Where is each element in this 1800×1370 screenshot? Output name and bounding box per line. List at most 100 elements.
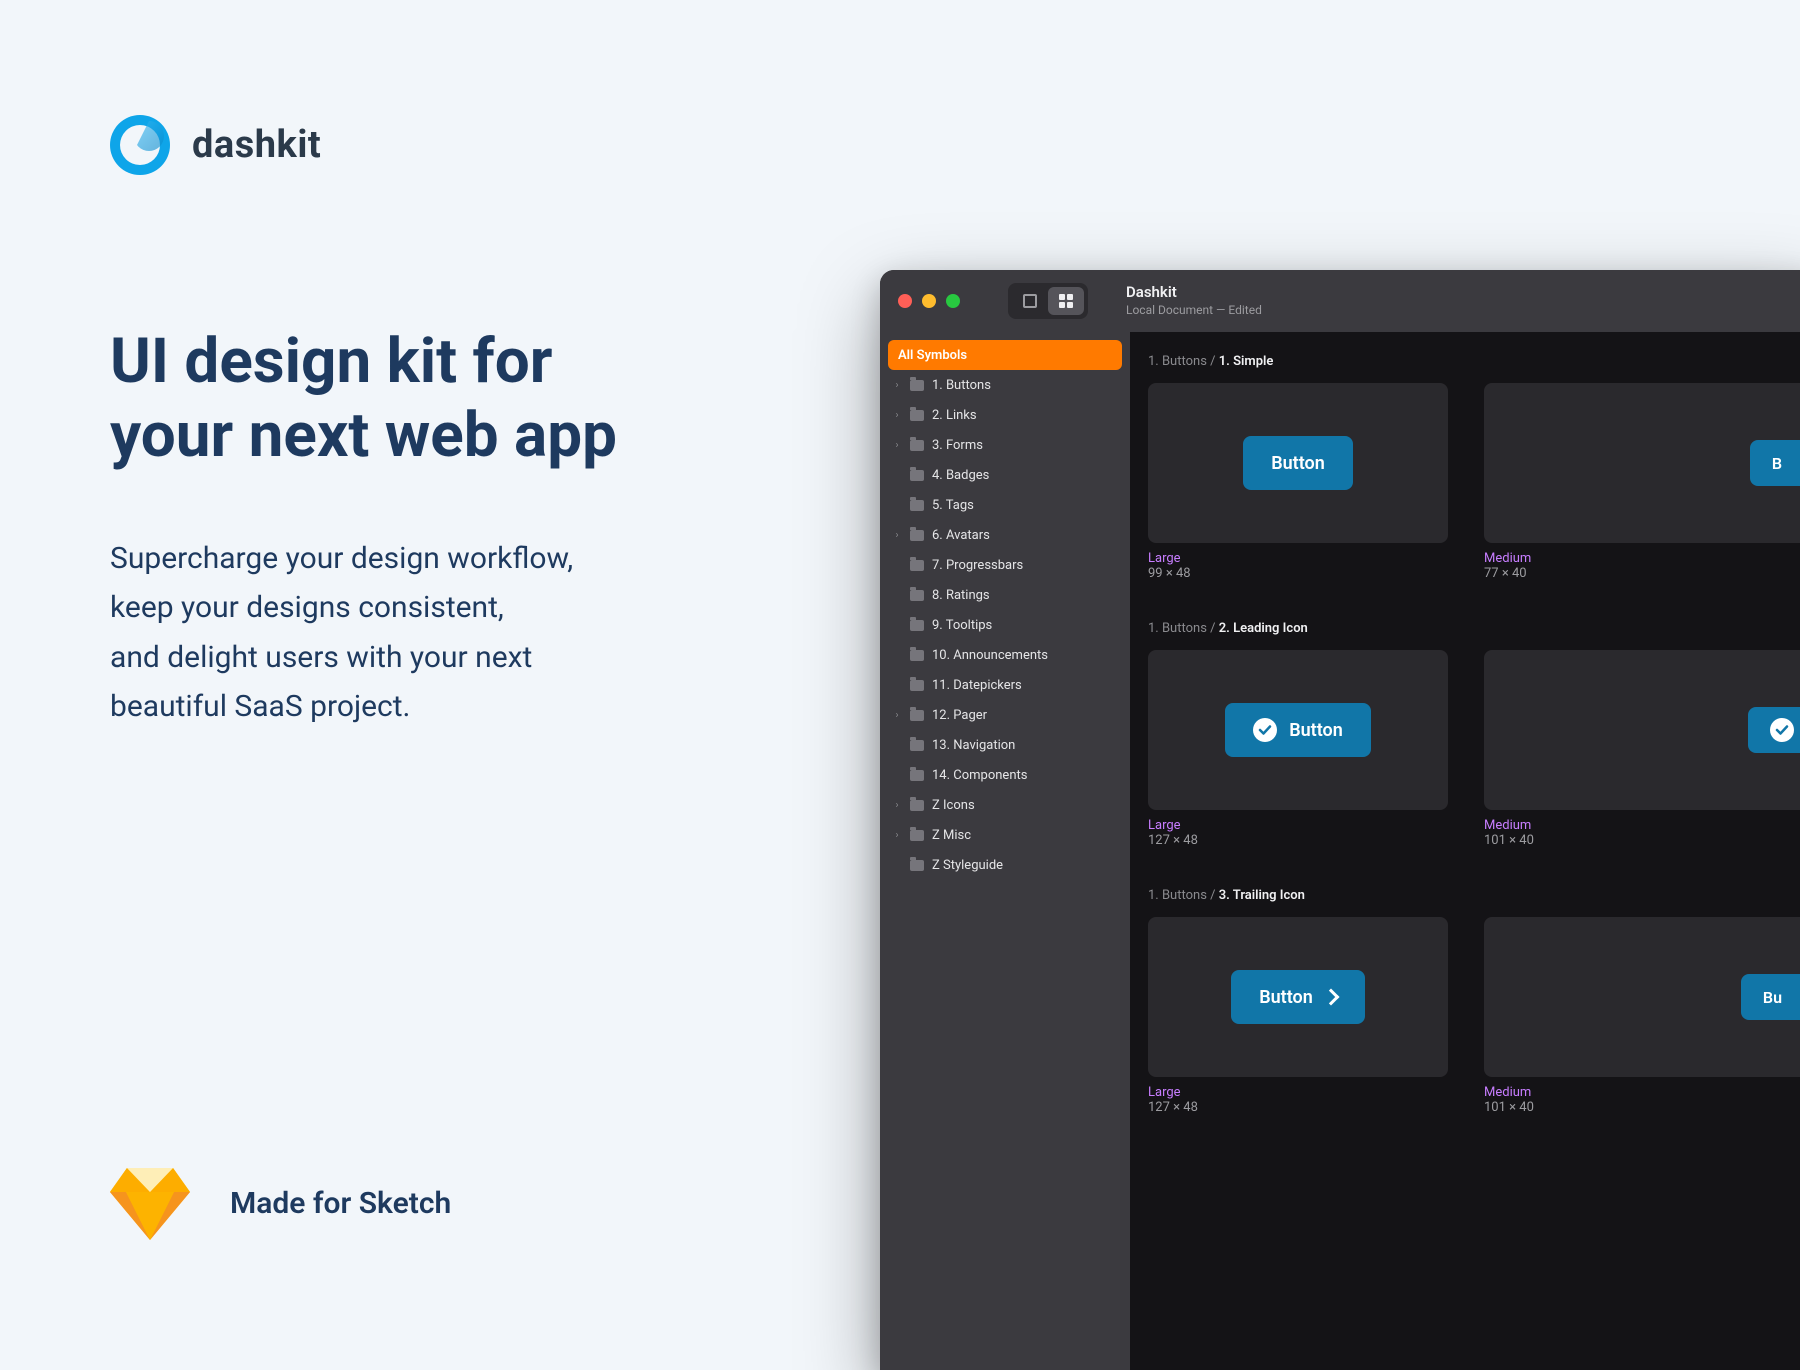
sidebar-item[interactable]: ›4. Badges (880, 460, 1130, 490)
sample-button[interactable]: Button (1225, 703, 1371, 757)
artboard-surface: B (1484, 383, 1800, 543)
headline-line2: your next web app (110, 399, 617, 472)
sidebar-item[interactable]: ›2. Links (880, 400, 1130, 430)
chevron-right-icon (1322, 989, 1339, 1006)
sidebar-item-all-symbols[interactable]: All Symbols (888, 340, 1122, 370)
headline: UI design kit for your next web app (110, 325, 830, 474)
artboard[interactable]: Button Large127 × 48 (1148, 650, 1448, 848)
button-label: Button (1271, 453, 1325, 474)
sidebar-item-label: All Symbols (898, 348, 967, 363)
app-window: Dashkit Local Document — Edited All Symb… (880, 270, 1800, 1370)
artboard[interactable]: Bu Medium101 × 40 (1484, 917, 1800, 1115)
sample-button[interactable]: Button (1231, 970, 1365, 1024)
folder-icon (910, 770, 924, 781)
brand-row: dashkit (110, 115, 830, 175)
artboard-dimensions: 127 × 48 (1148, 833, 1448, 848)
sidebar-item-label: 4. Badges (932, 468, 989, 483)
sidebar-item-label: 8. Ratings (932, 588, 990, 603)
artboard-dimensions: 77 × 40 (1484, 566, 1800, 581)
folder-icon (910, 710, 924, 721)
sample-button[interactable]: Button (1243, 436, 1353, 490)
check-circle-icon (1253, 718, 1277, 742)
sample-button[interactable]: B (1750, 440, 1800, 486)
document-title-block: Dashkit Local Document — Edited (1126, 283, 1262, 318)
canvas[interactable]: 1. Buttons / 1. SimpleButtonLarge99 × 48… (1130, 332, 1800, 1370)
sidebar-item-label: 1. Buttons (932, 378, 991, 393)
sidebar-item-label: 12. Pager (932, 708, 987, 723)
folder-icon (910, 740, 924, 751)
folder-icon (910, 560, 924, 571)
folder-icon (910, 500, 924, 511)
folder-icon (910, 650, 924, 661)
sidebar-item-label: Z Icons (932, 798, 975, 813)
sample-button[interactable]: Bu (1741, 974, 1800, 1020)
chevron-right-icon: › (892, 380, 902, 391)
traffic-lights (898, 294, 960, 308)
sidebar-item[interactable]: ›11. Datepickers (880, 670, 1130, 700)
artboard-name: Large (1148, 818, 1448, 833)
close-window-button[interactable] (898, 294, 912, 308)
sidebar-item-label: 7. Progressbars (932, 558, 1023, 573)
sidebar-item-label: 10. Announcements (932, 648, 1048, 663)
artboard[interactable]: B Medium77 × 40 (1484, 383, 1800, 581)
artboard-row: ButtonLarge127 × 48 Bu Medium101 × 40 (1148, 917, 1800, 1115)
sidebar-item[interactable]: › 3. Forms (880, 430, 1130, 460)
artboard-name: Medium (1484, 551, 1800, 566)
view-grid-button[interactable] (1048, 287, 1084, 315)
sidebar-item-label: 11. Datepickers (932, 678, 1022, 693)
artboard-name: Medium (1484, 1085, 1800, 1100)
sketch-icon (110, 1166, 190, 1240)
folder-icon (910, 830, 924, 841)
chevron-right-icon: › (892, 800, 902, 811)
sidebar-item[interactable]: ›Z Styleguide (880, 850, 1130, 880)
folder-icon (910, 620, 924, 631)
artboard-name: Medium (1484, 818, 1800, 833)
folder-icon (910, 680, 924, 691)
artboard-dimensions: 101 × 40 (1484, 833, 1800, 848)
sidebar-item-label: 5. Tags (932, 498, 974, 513)
minimize-window-button[interactable] (922, 294, 936, 308)
sample-button[interactable] (1748, 707, 1800, 753)
sidebar-item-label: 6. Avatars (932, 528, 990, 543)
sidebar-item[interactable]: › 12. Pager (880, 700, 1130, 730)
headline-line1: UI design kit for (110, 325, 552, 398)
folder-icon (910, 440, 924, 451)
artboard-surface: Bu (1484, 917, 1800, 1077)
chevron-right-icon: › (892, 710, 902, 721)
sidebar-item[interactable]: ›9. Tooltips (880, 610, 1130, 640)
folder-icon (910, 530, 924, 541)
artboard-surface: Button (1148, 917, 1448, 1077)
sidebar-item[interactable]: ›14. Components (880, 760, 1130, 790)
sidebar-item[interactable]: ›10. Announcements (880, 640, 1130, 670)
chevron-right-icon: › (892, 410, 902, 421)
brand-logo-icon (110, 115, 170, 175)
sidebar-item[interactable]: ›7. Progressbars (880, 550, 1130, 580)
sidebar-item[interactable]: ›6. Avatars (880, 520, 1130, 550)
sidebar-item-label: 3. Forms (932, 438, 983, 453)
artboard[interactable]: ButtonLarge127 × 48 (1148, 917, 1448, 1115)
artboard-dimensions: 101 × 40 (1484, 1100, 1800, 1115)
view-toggle (1008, 283, 1088, 319)
sidebar-item[interactable]: ›5. Tags (880, 490, 1130, 520)
artboard[interactable]: ButtonLarge99 × 48 (1148, 383, 1448, 581)
sidebar-item[interactable]: ›8. Ratings (880, 580, 1130, 610)
artboard-dimensions: 127 × 48 (1148, 1100, 1448, 1115)
sidebar: All Symbols ›1. Buttons›2. Links›3. Form… (880, 332, 1130, 1370)
zoom-window-button[interactable] (946, 294, 960, 308)
sidebar-item-label: Z Misc (932, 828, 971, 843)
view-list-button[interactable] (1012, 287, 1048, 315)
artboard-surface: Button (1148, 650, 1448, 810)
artboard[interactable]: Medium101 × 40 (1484, 650, 1800, 848)
sidebar-item[interactable]: › Z Icons (880, 790, 1130, 820)
sidebar-item[interactable]: › 1. Buttons (880, 370, 1130, 400)
button-label: Button (1289, 720, 1343, 741)
chevron-right-icon: › (892, 440, 902, 451)
document-title: Dashkit (1126, 283, 1262, 303)
sidebar-item-label: 14. Components (932, 768, 1027, 783)
sidebar-item[interactable]: ›Z Misc (880, 820, 1130, 850)
folder-icon (910, 800, 924, 811)
titlebar: Dashkit Local Document — Edited (880, 270, 1800, 332)
sidebar-item[interactable]: ›13. Navigation (880, 730, 1130, 760)
brand-name: dashkit (192, 123, 321, 167)
made-for-text: Made for Sketch (230, 1186, 451, 1221)
